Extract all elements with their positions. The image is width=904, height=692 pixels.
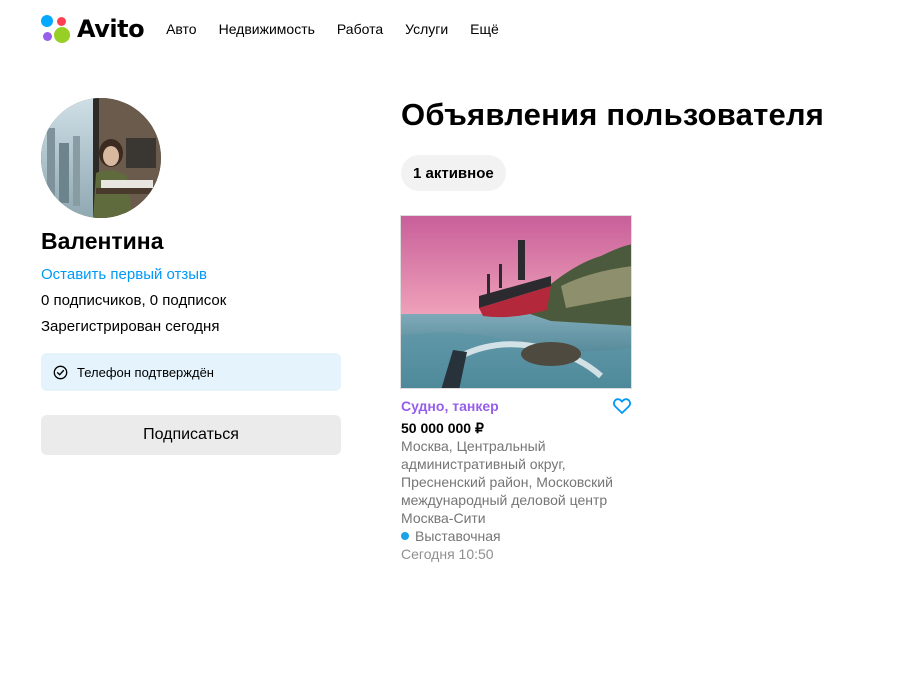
tab-active-listings[interactable]: 1 активное — [401, 155, 506, 191]
metro-line-dot-icon — [401, 532, 409, 540]
listing-title[interactable]: Судно, танкер — [401, 398, 499, 414]
listing-date: Сегодня 10:50 — [401, 546, 494, 562]
avatar — [41, 98, 161, 218]
phone-verified-badge: Телефон подтверждён — [41, 353, 341, 391]
logo-text: Avito — [77, 15, 145, 43]
listing-image[interactable] — [400, 215, 632, 389]
nav-item-realty[interactable]: Недвижимость — [219, 21, 315, 37]
subscribers-info: 0 подписчиков, 0 подписок — [41, 292, 227, 309]
listing-address: Москва, Центральный административный окр… — [401, 438, 613, 526]
header: Avito Авто Недвижимость Работа Услуги Ещ… — [40, 12, 499, 46]
avito-logo[interactable]: Avito — [40, 13, 145, 45]
listing-metro: Выставочная — [401, 528, 501, 544]
nav-item-jobs[interactable]: Работа — [337, 21, 383, 37]
avito-logo-dots-icon — [40, 13, 72, 45]
main-nav: Авто Недвижимость Работа Услуги Ещё — [166, 21, 499, 37]
page-title: Объявления пользователя — [401, 97, 825, 132]
user-name: Валентина — [41, 228, 164, 254]
subscribe-button[interactable]: Подписаться — [41, 415, 341, 455]
nav-item-auto[interactable]: Авто — [166, 21, 197, 37]
nav-item-services[interactable]: Услуги — [405, 21, 448, 37]
favorite-heart-icon[interactable] — [612, 396, 632, 416]
nav-item-more[interactable]: Ещё — [470, 21, 499, 37]
phone-verified-label: Телефон подтверждён — [77, 364, 214, 380]
leave-review-link[interactable]: Оставить первый отзыв — [41, 266, 207, 283]
registration-info: Зарегистрирован сегодня — [41, 318, 220, 335]
check-circle-icon — [53, 365, 68, 380]
metro-station-name: Выставочная — [415, 528, 501, 544]
listing-price: 50 000 000 ₽ — [401, 420, 484, 436]
